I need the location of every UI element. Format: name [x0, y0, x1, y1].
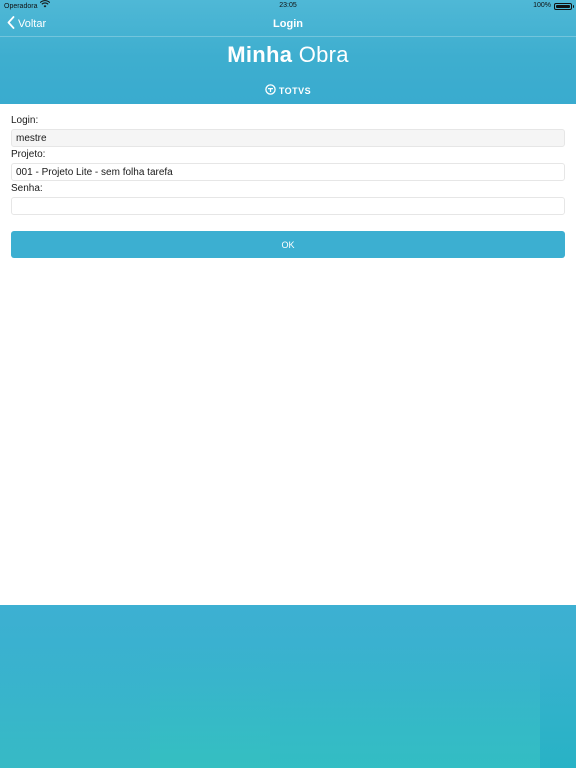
header-background: Operadora 23:05 100% Voltar Login Minha … — [0, 0, 576, 104]
status-right: 100% — [533, 0, 574, 12]
login-input[interactable] — [11, 129, 565, 147]
totvs-logo-icon — [265, 84, 276, 97]
status-time: 23:05 — [279, 2, 297, 9]
navigation-bar: Voltar Login — [0, 12, 576, 36]
login-form: Login: Projeto: Senha: — [11, 113, 565, 215]
ok-button[interactable]: OK — [11, 231, 565, 258]
project-input[interactable] — [11, 163, 565, 181]
password-label: Senha: — [11, 183, 43, 194]
footer-band — [150, 645, 270, 768]
footer-background — [0, 605, 576, 768]
brand-logo: TOTVS — [0, 84, 576, 97]
project-label: Projeto: — [11, 149, 46, 160]
footer-band — [270, 645, 540, 768]
app-title-light: Obra — [298, 42, 349, 67]
login-label: Login: — [11, 115, 39, 126]
app-title-bold: Minha — [227, 42, 293, 67]
password-input[interactable] — [11, 197, 565, 215]
status-bar: Operadora 23:05 100% — [0, 0, 576, 12]
battery-icon — [554, 2, 574, 10]
footer-band — [540, 645, 576, 768]
nav-divider — [0, 36, 576, 37]
brand-name: TOTVS — [278, 85, 312, 96]
footer-band — [0, 645, 150, 768]
app-title: Minha Obra — [0, 42, 576, 68]
battery-percent: 100% — [533, 2, 551, 9]
nav-title: Login — [273, 18, 303, 30]
